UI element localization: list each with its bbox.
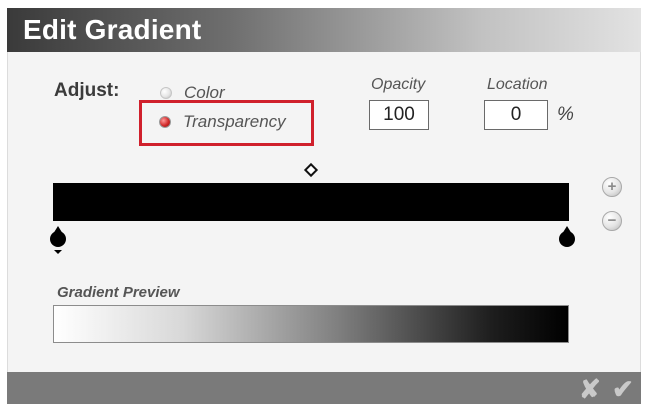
gradient-stop-left[interactable] (48, 225, 68, 255)
gradient-editor-bar[interactable] (53, 183, 569, 221)
add-stop-button[interactable]: + (602, 177, 622, 197)
gradient-preview-bar (53, 305, 569, 343)
dialog-header: Edit Gradient (7, 8, 641, 52)
location-label: Location (487, 76, 548, 93)
opacity-label: Opacity (371, 76, 426, 93)
cancel-icon[interactable]: ✘ (579, 374, 601, 405)
ok-checkmark-icon[interactable]: ✔ (612, 374, 634, 405)
color-radio-button[interactable] (160, 87, 172, 99)
dialog-title: Edit Gradient (23, 14, 202, 45)
gradient-preview-label: Gradient Preview (57, 284, 180, 301)
edit-gradient-dialog: Edit Gradient Adjust: Color Transparency… (0, 0, 648, 404)
remove-stop-button[interactable]: − (602, 211, 622, 231)
location-field[interactable]: 0 (484, 100, 548, 130)
gradient-stop-right[interactable] (557, 225, 577, 255)
location-unit: % (557, 104, 574, 125)
dialog-footer: ✘ ✔ (7, 372, 641, 404)
opacity-field[interactable]: 100 (369, 100, 429, 130)
transparency-highlight-box (139, 100, 314, 146)
adjust-label: Adjust: (54, 80, 120, 101)
